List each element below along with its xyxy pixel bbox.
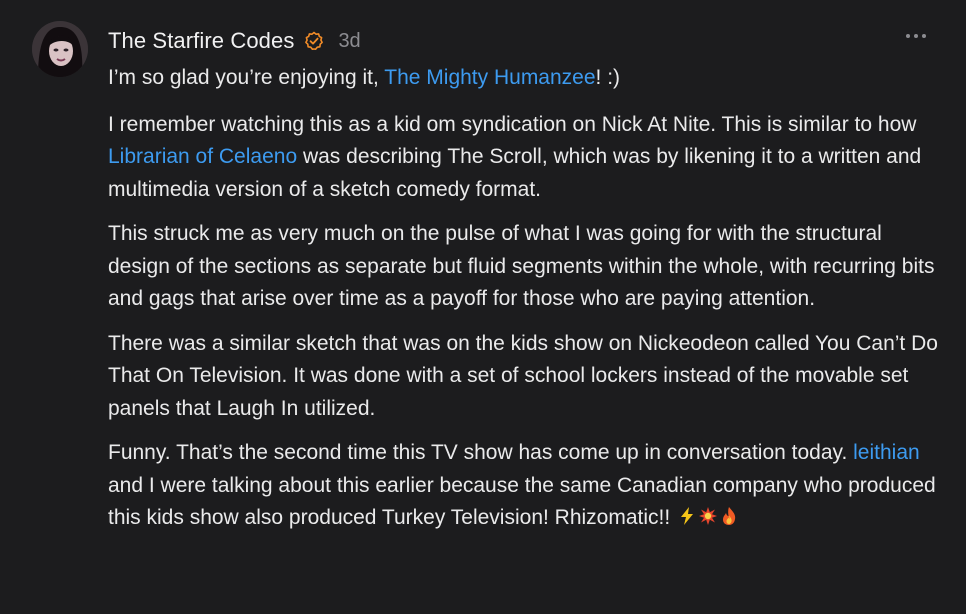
- mention-link[interactable]: Librarian of Celaeno: [108, 145, 297, 168]
- comment-header: The Starfire Codes 3d: [108, 26, 361, 56]
- explosion-icon: [698, 504, 718, 537]
- paragraph-text: and I were talking about this earlier be…: [108, 473, 936, 530]
- paragraph-text: I remember watching this as a kid om syn…: [108, 112, 917, 136]
- paragraph-text: I’m so glad you’re enjoying it,: [108, 66, 385, 89]
- avatar[interactable]: [32, 21, 88, 77]
- paragraph-3: This struck me as very much on the pulse…: [108, 222, 935, 310]
- paragraph-1: I’m so glad you’re enjoying it, The Migh…: [108, 62, 938, 95]
- more-dot: [914, 34, 918, 38]
- verified-badge-icon: [304, 31, 324, 51]
- mention-link[interactable]: leithian: [853, 441, 920, 464]
- paragraph-text: ! :): [595, 66, 621, 89]
- lightning-icon: [678, 504, 696, 537]
- more-dot: [922, 34, 926, 38]
- paragraph-4: There was a similar sketch that was on t…: [108, 331, 938, 420]
- author-name[interactable]: The Starfire Codes: [108, 28, 294, 54]
- paragraph-5: Funny. That’s the second time this TV sh…: [108, 437, 938, 537]
- more-dot: [906, 34, 910, 38]
- paragraph-text: Funny. That’s the second time this TV sh…: [108, 441, 854, 464]
- more-options-icon[interactable]: [906, 34, 926, 38]
- comment-body: I’m so glad you’re enjoying it, The Migh…: [108, 62, 938, 549]
- timestamp[interactable]: 3d: [338, 30, 360, 53]
- paragraph-2: I remember watching this as a kid om syn…: [108, 109, 938, 207]
- mention-link[interactable]: The Mighty Humanzee: [384, 66, 595, 89]
- fire-icon: [720, 504, 738, 537]
